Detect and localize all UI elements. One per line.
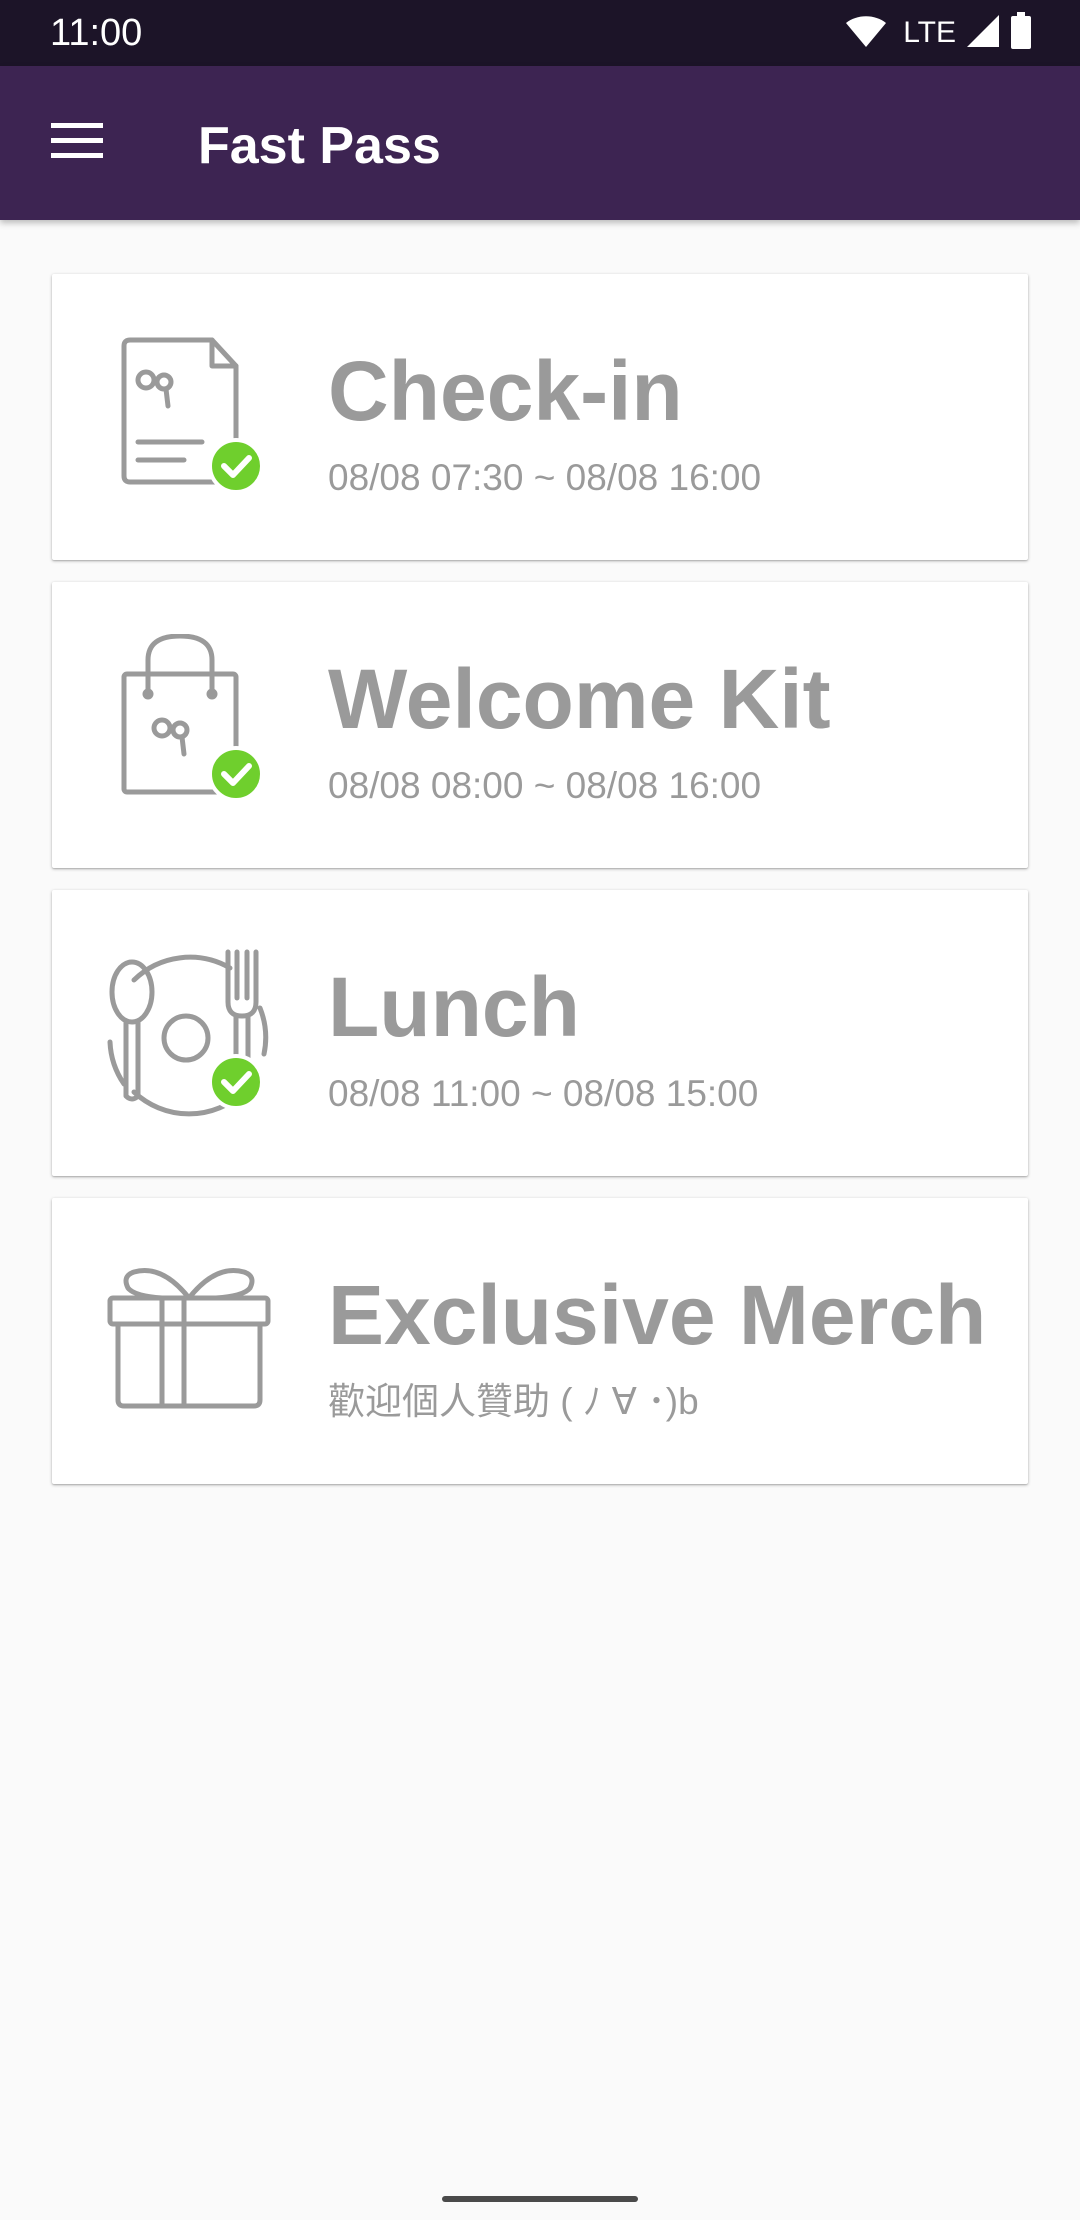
- gift-box-icon: [104, 1250, 274, 1430]
- network-type-label: LTE: [903, 16, 956, 49]
- card-exclusive-merch[interactable]: Exclusive Merch 歡迎個人贊助 ( ﾉ ∀ ･)b: [52, 1198, 1028, 1484]
- card-time-range: 08/08 11:00 ~ 08/08 15:00: [328, 1073, 759, 1114]
- document-check-icon: [104, 326, 274, 506]
- card-welcome-kit[interactable]: Welcome Kit 08/08 08:00 ~ 08/08 16:00: [52, 582, 1028, 868]
- hamburger-menu-icon: [51, 122, 103, 164]
- home-indicator[interactable]: [442, 2196, 638, 2202]
- pass-list: Check-in 08/08 07:30 ~ 08/08 16:00 Welco…: [52, 274, 1028, 1506]
- card-check-in[interactable]: Check-in 08/08 07:30 ~ 08/08 16:00: [52, 274, 1028, 560]
- card-time-range: 08/08 07:30 ~ 08/08 16:00: [328, 457, 762, 498]
- page-title: Fast Pass: [198, 117, 441, 175]
- menu-button[interactable]: [36, 106, 118, 180]
- card-time-range: 08/08 08:00 ~ 08/08 16:00: [328, 765, 762, 806]
- card-subtitle: 歡迎個人贊助 ( ﾉ ∀ ･)b: [328, 1381, 699, 1422]
- shopping-bag-icon: [104, 634, 274, 814]
- plate-spoon-fork-icon: [104, 942, 274, 1122]
- status-time: 11:00: [50, 12, 143, 54]
- card-title: Exclusive Merch: [328, 1268, 987, 1362]
- card-lunch[interactable]: Lunch 08/08 11:00 ~ 08/08 15:00: [52, 890, 1028, 1176]
- card-title: Lunch: [328, 960, 580, 1054]
- app-bar: Fast Pass: [0, 66, 1080, 220]
- status-bar: 11:00 LTE: [0, 0, 1080, 66]
- status-icons: LTE: [845, 11, 1032, 55]
- card-title: Check-in: [328, 344, 683, 438]
- signal-icon: [966, 14, 1000, 53]
- wifi-icon: [845, 14, 887, 53]
- battery-icon: [1010, 11, 1032, 55]
- card-title: Welcome Kit: [328, 652, 831, 746]
